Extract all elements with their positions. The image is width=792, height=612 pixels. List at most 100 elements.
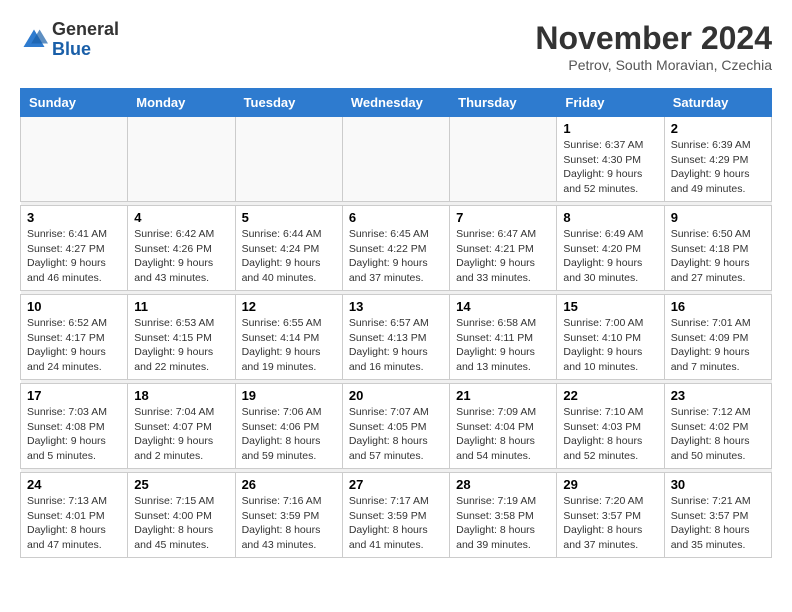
day-number: 3 — [27, 210, 121, 225]
day-number: 8 — [563, 210, 657, 225]
calendar-cell: 19 Sunrise: 7:06 AMSunset: 4:06 PMDayligh… — [235, 384, 342, 469]
calendar-week-1: 1 Sunrise: 6:37 AMSunset: 4:30 PMDaylight… — [21, 117, 772, 202]
day-number: 23 — [671, 388, 765, 403]
location-subtitle: Petrov, South Moravian, Czechia — [535, 57, 772, 73]
day-info: Sunrise: 7:00 AMSunset: 4:10 PMDaylight:… — [563, 316, 657, 375]
day-info: Sunrise: 6:49 AMSunset: 4:20 PMDaylight:… — [563, 227, 657, 286]
day-info: Sunrise: 6:44 AMSunset: 4:24 PMDaylight:… — [242, 227, 336, 286]
day-info: Sunrise: 6:57 AMSunset: 4:13 PMDaylight:… — [349, 316, 443, 375]
calendar-cell: 17 Sunrise: 7:03 AMSunset: 4:08 PMDayligh… — [21, 384, 128, 469]
day-number: 30 — [671, 477, 765, 492]
weekday-header-monday: Monday — [128, 89, 235, 117]
day-number: 28 — [456, 477, 550, 492]
logo-blue: Blue — [52, 40, 119, 60]
calendar-cell: 12Sunrise: 6:55 AMSunset: 4:14 PMDayligh… — [235, 295, 342, 380]
day-info: Sunrise: 6:39 AMSunset: 4:29 PMDaylight:… — [671, 138, 765, 197]
day-info: Sunrise: 7:13 AMSunset: 4:01 PMDaylight:… — [27, 494, 121, 553]
logo-icon — [20, 26, 48, 54]
day-info: Sunrise: 7:06 AMSunset: 4:06 PMDaylight:… — [242, 405, 336, 464]
day-number: 9 — [671, 210, 765, 225]
day-number: 5 — [242, 210, 336, 225]
calendar-cell — [450, 117, 557, 202]
day-number: 17 — [27, 388, 121, 403]
calendar-week-2: 3Sunrise: 6:41 AMSunset: 4:27 PMDaylight… — [21, 206, 772, 291]
calendar-cell: 29Sunrise: 7:20 AMSunset: 3:57 PMDayligh… — [557, 473, 664, 558]
day-info: Sunrise: 7:09 AMSunset: 4:04 PMDaylight:… — [456, 405, 550, 464]
day-info: Sunrise: 7:12 AMSunset: 4:02 PMDaylight:… — [671, 405, 765, 464]
calendar-week-4: 17 Sunrise: 7:03 AMSunset: 4:08 PMDayligh… — [21, 384, 772, 469]
day-info: Sunrise: 6:47 AMSunset: 4:21 PMDaylight:… — [456, 227, 550, 286]
calendar-cell: 28 Sunrise: 7:19 AMSunset: 3:58 PMDayligh… — [450, 473, 557, 558]
calendar-cell: 4 Sunrise: 6:42 AMSunset: 4:26 PMDaylight… — [128, 206, 235, 291]
calendar-cell: 24Sunrise: 7:13 AMSunset: 4:01 PMDayligh… — [21, 473, 128, 558]
calendar-cell: 30 Sunrise: 7:21 AMSunset: 3:57 PMDayligh… — [664, 473, 771, 558]
calendar-cell: 2Sunrise: 6:39 AMSunset: 4:29 PMDaylight… — [664, 117, 771, 202]
calendar-cell: 9 Sunrise: 6:50 AMSunset: 4:18 PMDaylight… — [664, 206, 771, 291]
day-number: 18 — [134, 388, 228, 403]
weekday-header-tuesday: Tuesday — [235, 89, 342, 117]
day-info: Sunrise: 7:01 AMSunset: 4:09 PMDaylight:… — [671, 316, 765, 375]
title-area: November 2024 Petrov, South Moravian, Cz… — [535, 20, 772, 73]
day-number: 4 — [134, 210, 228, 225]
day-info: Sunrise: 7:20 AMSunset: 3:57 PMDaylight:… — [563, 494, 657, 553]
day-number: 7 — [456, 210, 550, 225]
day-info: Sunrise: 6:58 AMSunset: 4:11 PMDaylight:… — [456, 316, 550, 375]
calendar-table: SundayMondayTuesdayWednesdayThursdayFrid… — [20, 88, 772, 558]
calendar-cell: 22 Sunrise: 7:10 AMSunset: 4:03 PMDayligh… — [557, 384, 664, 469]
calendar-cell: 20 Sunrise: 7:07 AMSunset: 4:05 PMDayligh… — [342, 384, 449, 469]
month-title: November 2024 — [535, 20, 772, 57]
calendar-cell: 8 Sunrise: 6:49 AMSunset: 4:20 PMDaylight… — [557, 206, 664, 291]
logo-general: General — [52, 20, 119, 40]
calendar-week-5: 24Sunrise: 7:13 AMSunset: 4:01 PMDayligh… — [21, 473, 772, 558]
day-number: 16 — [671, 299, 765, 314]
calendar-cell: 3Sunrise: 6:41 AMSunset: 4:27 PMDaylight… — [21, 206, 128, 291]
day-number: 6 — [349, 210, 443, 225]
day-info: Sunrise: 6:55 AMSunset: 4:14 PMDaylight:… — [242, 316, 336, 375]
calendar-cell: 18 Sunrise: 7:04 AMSunset: 4:07 PMDayligh… — [128, 384, 235, 469]
day-info: Sunrise: 7:04 AMSunset: 4:07 PMDaylight:… — [134, 405, 228, 464]
day-info: Sunrise: 7:17 AMSunset: 3:59 PMDaylight:… — [349, 494, 443, 553]
day-number: 19 — [242, 388, 336, 403]
day-info: Sunrise: 6:37 AMSunset: 4:30 PMDaylight:… — [563, 138, 657, 197]
day-number: 25 — [134, 477, 228, 492]
day-number: 22 — [563, 388, 657, 403]
calendar-cell: 13 Sunrise: 6:57 AMSunset: 4:13 PMDayligh… — [342, 295, 449, 380]
calendar-cell: 16 Sunrise: 7:01 AMSunset: 4:09 PMDayligh… — [664, 295, 771, 380]
day-number: 20 — [349, 388, 443, 403]
day-info: Sunrise: 6:52 AMSunset: 4:17 PMDaylight:… — [27, 316, 121, 375]
day-info: Sunrise: 6:42 AMSunset: 4:26 PMDaylight:… — [134, 227, 228, 286]
calendar-cell — [235, 117, 342, 202]
weekday-header-thursday: Thursday — [450, 89, 557, 117]
day-info: Sunrise: 7:10 AMSunset: 4:03 PMDaylight:… — [563, 405, 657, 464]
calendar-cell: 25Sunrise: 7:15 AMSunset: 4:00 PMDayligh… — [128, 473, 235, 558]
logo-text: General Blue — [52, 20, 119, 60]
day-number: 27 — [349, 477, 443, 492]
calendar-cell — [21, 117, 128, 202]
day-info: Sunrise: 6:53 AMSunset: 4:15 PMDaylight:… — [134, 316, 228, 375]
calendar-cell: 26 Sunrise: 7:16 AMSunset: 3:59 PMDayligh… — [235, 473, 342, 558]
day-info: Sunrise: 7:19 AMSunset: 3:58 PMDaylight:… — [456, 494, 550, 553]
calendar-cell: 7 Sunrise: 6:47 AMSunset: 4:21 PMDaylight… — [450, 206, 557, 291]
day-info: Sunrise: 7:21 AMSunset: 3:57 PMDaylight:… — [671, 494, 765, 553]
day-number: 13 — [349, 299, 443, 314]
day-info: Sunrise: 7:07 AMSunset: 4:05 PMDaylight:… — [349, 405, 443, 464]
day-number: 14 — [456, 299, 550, 314]
calendar-cell: 15Sunrise: 7:00 AMSunset: 4:10 PMDayligh… — [557, 295, 664, 380]
day-info: Sunrise: 6:50 AMSunset: 4:18 PMDaylight:… — [671, 227, 765, 286]
weekday-header-friday: Friday — [557, 89, 664, 117]
calendar-week-3: 10 Sunrise: 6:52 AMSunset: 4:17 PMDayligh… — [21, 295, 772, 380]
calendar-cell: 11 Sunrise: 6:53 AMSunset: 4:15 PMDayligh… — [128, 295, 235, 380]
day-info: Sunrise: 7:16 AMSunset: 3:59 PMDaylight:… — [242, 494, 336, 553]
weekday-header-row: SundayMondayTuesdayWednesdayThursdayFrid… — [21, 89, 772, 117]
calendar-cell: 21 Sunrise: 7:09 AMSunset: 4:04 PMDayligh… — [450, 384, 557, 469]
day-number: 10 — [27, 299, 121, 314]
calendar-cell: 5 Sunrise: 6:44 AMSunset: 4:24 PMDaylight… — [235, 206, 342, 291]
calendar-cell: 10 Sunrise: 6:52 AMSunset: 4:17 PMDayligh… — [21, 295, 128, 380]
day-info: Sunrise: 7:03 AMSunset: 4:08 PMDaylight:… — [27, 405, 121, 464]
weekday-header-sunday: Sunday — [21, 89, 128, 117]
calendar-cell: 14 Sunrise: 6:58 AMSunset: 4:11 PMDayligh… — [450, 295, 557, 380]
day-number: 21 — [456, 388, 550, 403]
day-number: 1 — [563, 121, 657, 136]
day-number: 26 — [242, 477, 336, 492]
day-number: 11 — [134, 299, 228, 314]
